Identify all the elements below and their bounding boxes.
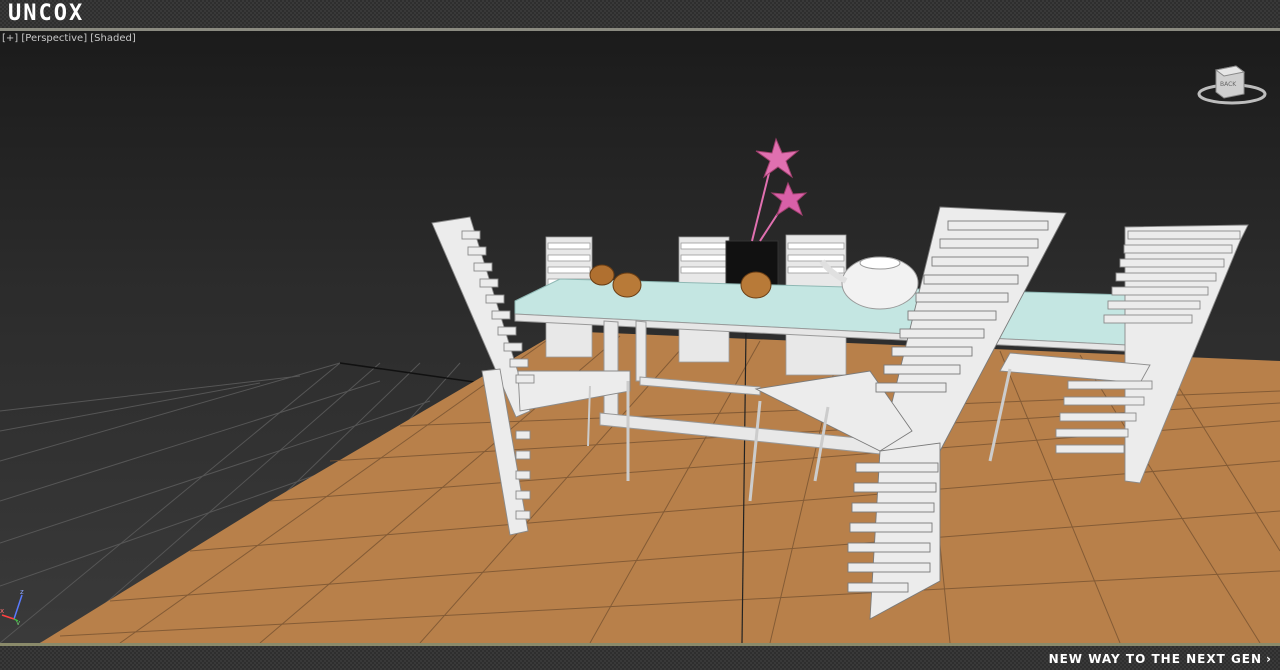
tagline-link[interactable]: NEW WAY TO THE NEXT GEN › <box>1049 652 1272 666</box>
perspective-viewport[interactable]: [+] [Perspective] [Shaded] BACK z x y <box>0 31 1280 643</box>
top-banner: UNCOX <box>0 0 1280 31</box>
axis-x-label: x <box>0 607 4 615</box>
shading-mode-menu[interactable]: [Shaded] <box>90 33 135 44</box>
axis-y-label: y <box>16 619 20 625</box>
chevron-right-icon: › <box>1266 652 1272 666</box>
tagline-text: NEW WAY TO THE NEXT GEN <box>1048 652 1263 666</box>
viewport-menu-button[interactable]: [+] <box>2 33 18 44</box>
mug-center <box>740 271 772 299</box>
viewport-label: [+] [Perspective] [Shaded] <box>2 33 136 45</box>
bottom-banner: NEW WAY TO THE NEXT GEN › <box>0 643 1280 670</box>
axis-z-label: z <box>20 588 24 596</box>
app-window: UNCOX [+] [Perspective] [Shaded] BACK z … <box>0 0 1280 670</box>
view-type-menu[interactable]: [Perspective] <box>21 33 87 44</box>
viewcube-icon[interactable]: BACK <box>1196 60 1268 108</box>
axis-gizmo: z x y <box>0 588 24 625</box>
brand-logo: UNCOX <box>8 1 85 26</box>
viewcube-face-label: BACK <box>1220 81 1237 88</box>
scene-canvas[interactable] <box>0 31 1280 643</box>
